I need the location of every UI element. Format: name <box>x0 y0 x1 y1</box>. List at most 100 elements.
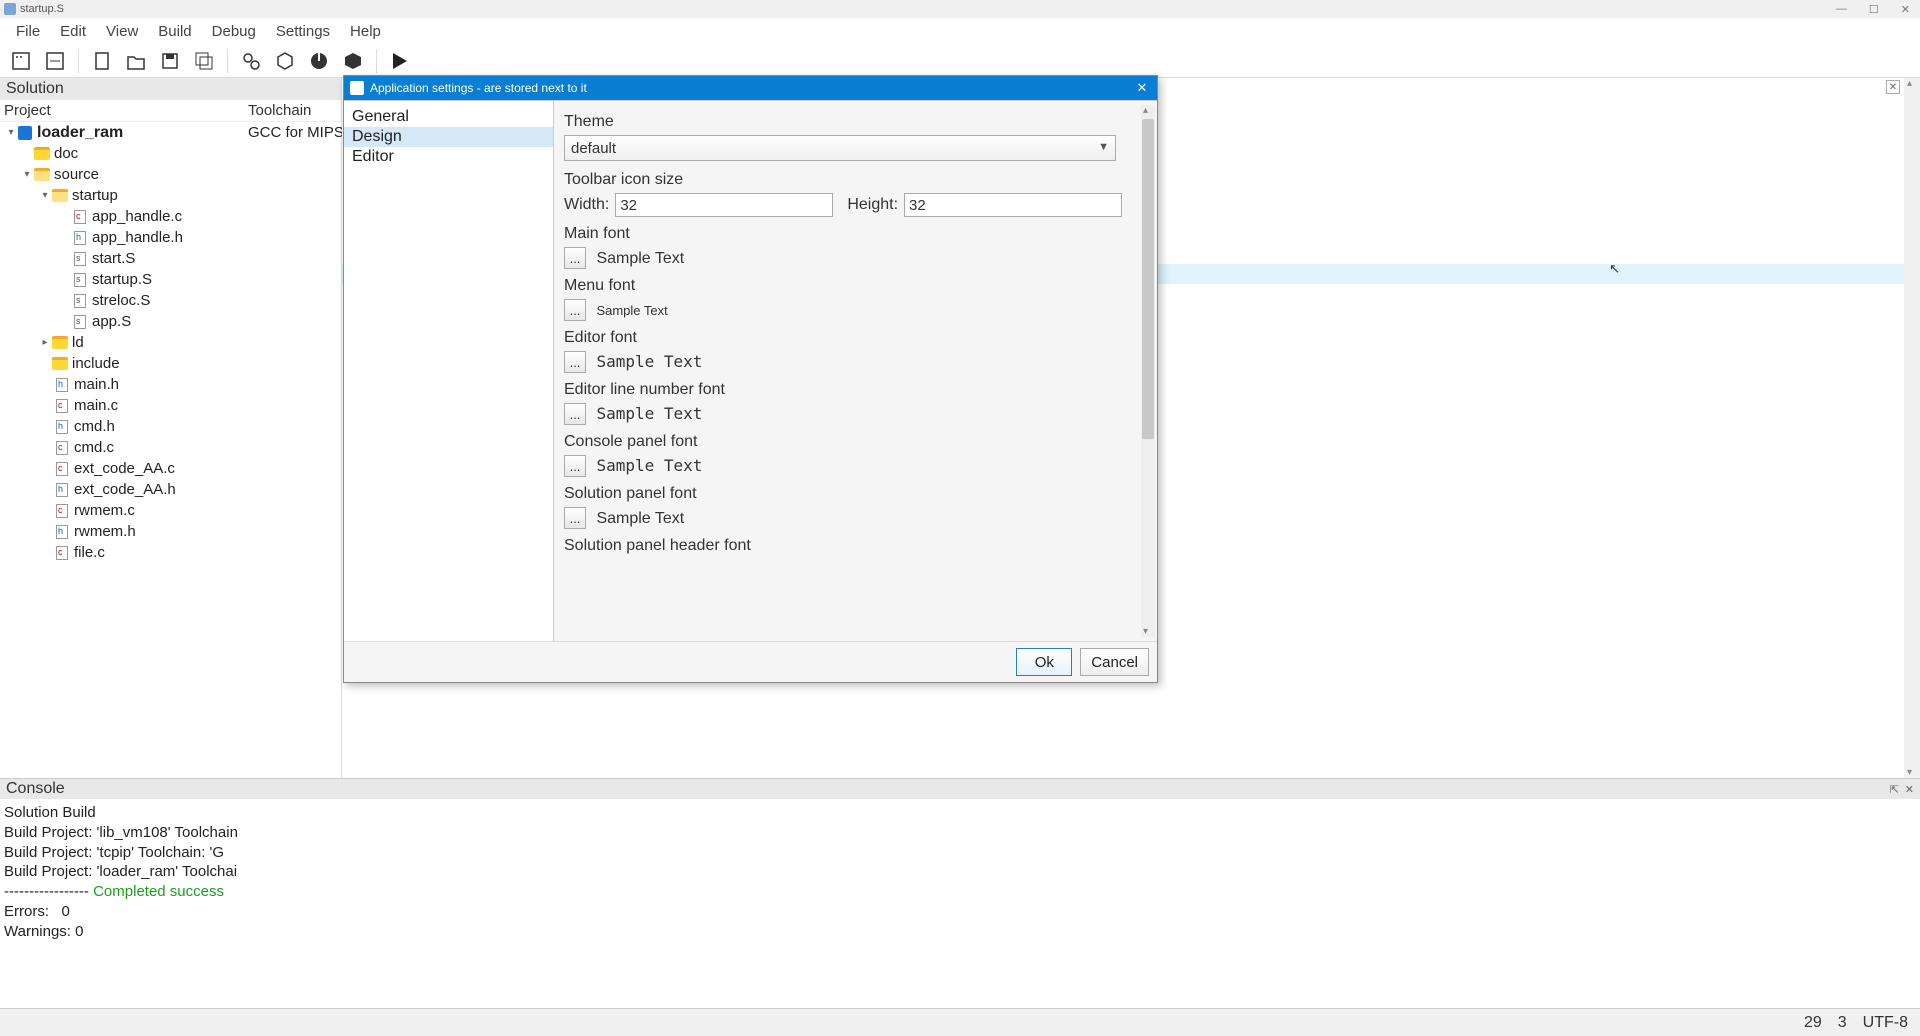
tree-folder-source[interactable]: ▾source <box>0 164 341 185</box>
expander-icon[interactable]: ▾ <box>20 169 34 180</box>
hex-icon[interactable] <box>270 46 300 76</box>
save-icon[interactable] <box>155 46 185 76</box>
height-input[interactable] <box>904 193 1122 217</box>
solution-font-picker-button[interactable]: ... <box>564 507 586 529</box>
menu-font-sample: Sample Text <box>596 303 667 318</box>
tree-file[interactable]: ext_code_AA.h <box>0 479 341 500</box>
width-input[interactable] <box>615 193 833 217</box>
category-editor[interactable]: Editor <box>344 147 553 167</box>
solution-font-label: Solution panel font <box>564 485 1137 503</box>
app-icon <box>4 3 16 15</box>
toolbar-separator <box>227 49 228 73</box>
tree-file[interactable]: file.c <box>0 542 341 563</box>
tree-file[interactable]: streloc.S <box>0 290 341 311</box>
maximize-button[interactable]: ☐ <box>1869 3 1879 16</box>
menu-file[interactable]: File <box>6 21 50 42</box>
menu-settings[interactable]: Settings <box>266 21 340 42</box>
console-close-icon[interactable]: ✕ <box>1905 783 1914 796</box>
console-pin-icon[interactable]: ⇱ <box>1890 783 1899 796</box>
col-header-project[interactable]: Project <box>0 100 244 121</box>
folder-label: startup <box>72 187 118 204</box>
file-label: app_handle.h <box>92 229 183 246</box>
c-file-icon <box>56 546 68 560</box>
tree-file[interactable]: app_handle.c <box>0 206 341 227</box>
theme-combo[interactable]: default ▼ <box>564 135 1116 161</box>
tree-file[interactable]: startup.S <box>0 269 341 290</box>
tree-file[interactable]: rwmem.h <box>0 521 341 542</box>
folder-icon <box>34 168 50 181</box>
dialog-title-text: Application settings - are stored next t… <box>370 81 587 95</box>
folder-label: doc <box>54 145 78 162</box>
expander-icon[interactable]: ▾ <box>38 190 52 201</box>
console-font-picker-button[interactable]: ... <box>564 455 586 477</box>
width-label: Width: <box>564 196 609 214</box>
tree-root[interactable]: ▾ loader_ram GCC for MIPS <box>0 122 341 143</box>
disk-icon[interactable] <box>304 46 334 76</box>
h-file-icon <box>56 483 68 497</box>
menubar: File Edit View Build Debug Settings Help <box>0 18 1920 44</box>
file-label: startup.S <box>92 271 152 288</box>
dialog-close-button[interactable]: ✕ <box>1133 79 1151 97</box>
cube-icon[interactable] <box>338 46 368 76</box>
col-header-toolchain[interactable]: Toolchain <box>244 100 341 121</box>
theme-value: default <box>571 140 616 157</box>
editor-tab-close-icon[interactable]: ✕ <box>1886 80 1900 94</box>
h-file-icon <box>74 231 86 245</box>
tree-folder-doc[interactable]: doc <box>0 143 341 164</box>
expander-icon[interactable]: ▾ <box>4 127 18 138</box>
dialog-titlebar[interactable]: Application settings - are stored next t… <box>344 76 1157 100</box>
scrollbar-thumb[interactable] <box>1142 119 1154 439</box>
tree-file[interactable]: app.S <box>0 311 341 332</box>
window-close-button[interactable]: ✕ <box>1901 3 1910 16</box>
editor-font-sample: Sample Text <box>596 352 702 371</box>
cancel-button[interactable]: Cancel <box>1080 648 1149 676</box>
tree-file[interactable]: app_handle.h <box>0 227 341 248</box>
file-label: app.S <box>92 313 131 330</box>
settings-category-list: General Design Editor <box>344 101 554 641</box>
minimize-button[interactable]: — <box>1836 3 1847 16</box>
menu-help[interactable]: Help <box>340 21 391 42</box>
editor-ln-font-picker-button[interactable]: ... <box>564 403 586 425</box>
editor-font-picker-button[interactable]: ... <box>564 351 586 373</box>
tree-file[interactable]: ext_code_AA.c <box>0 458 341 479</box>
toolbar-btn-2[interactable] <box>40 46 70 76</box>
tree-file[interactable]: cmd.c <box>0 437 341 458</box>
category-design[interactable]: Design <box>344 127 553 147</box>
file-label: ext_code_AA.h <box>74 481 176 498</box>
folder-icon <box>52 357 68 370</box>
menu-edit[interactable]: Edit <box>50 21 96 42</box>
tree-folder-ld[interactable]: ▸ld <box>0 332 341 353</box>
tree-file[interactable]: main.h <box>0 374 341 395</box>
tree-file[interactable]: main.c <box>0 395 341 416</box>
menu-build[interactable]: Build <box>148 21 201 42</box>
toolbar-btn-1[interactable] <box>6 46 36 76</box>
save-all-icon[interactable] <box>189 46 219 76</box>
expander-icon[interactable]: ▸ <box>38 337 52 348</box>
tree-folder-startup[interactable]: ▾ startup <box>0 185 341 206</box>
new-file-icon[interactable] <box>87 46 117 76</box>
run-icon[interactable] <box>385 46 415 76</box>
tree-folder-include[interactable]: include <box>0 353 341 374</box>
console-output[interactable]: Solution Build Build Project: 'lib_vm108… <box>0 799 1920 1008</box>
c-file-icon <box>56 504 68 518</box>
editor-ln-font-sample: Sample Text <box>596 404 702 423</box>
settings-scrollbar[interactable] <box>1141 105 1155 637</box>
h-file-icon <box>56 378 68 392</box>
editor-scrollbar[interactable] <box>1904 78 1920 778</box>
tree-file[interactable]: rwmem.c <box>0 500 341 521</box>
menu-debug[interactable]: Debug <box>202 21 266 42</box>
project-toolchain: GCC for MIPS <box>248 124 341 141</box>
ok-button[interactable]: Ok <box>1016 648 1072 676</box>
editor-font-label: Editor font <box>564 329 1137 347</box>
c-file-icon <box>56 441 68 455</box>
open-folder-icon[interactable] <box>121 46 151 76</box>
tree-file[interactable]: cmd.h <box>0 416 341 437</box>
tree-file[interactable]: start.S <box>0 248 341 269</box>
theme-label: Theme <box>564 113 1137 131</box>
gears-icon[interactable] <box>236 46 266 76</box>
category-general[interactable]: General <box>344 107 553 127</box>
file-label: rwmem.c <box>74 502 135 519</box>
menu-font-picker-button[interactable]: ... <box>564 299 586 321</box>
main-font-picker-button[interactable]: ... <box>564 247 586 269</box>
menu-view[interactable]: View <box>96 21 148 42</box>
